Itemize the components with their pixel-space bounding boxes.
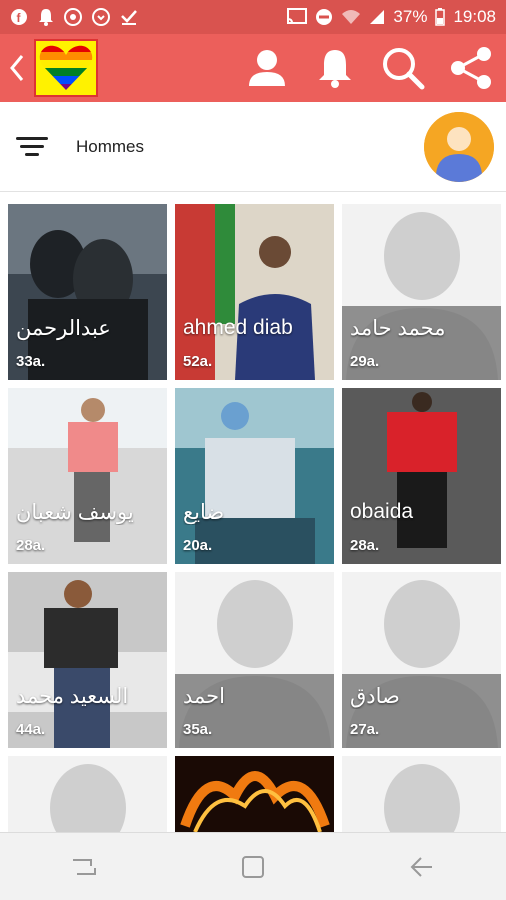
back-nav-button[interactable] [402, 847, 442, 887]
app-logo[interactable] [34, 39, 98, 97]
cast-icon [287, 8, 308, 24]
filter-label[interactable]: Hommes [76, 137, 144, 157]
profile-name: محمد حامد [350, 317, 446, 340]
signal-icon [370, 10, 385, 24]
notification-icons: f [10, 8, 138, 26]
wifi-icon [342, 10, 361, 24]
profile-name: عبدالرحمن [16, 317, 111, 340]
profile-name: obaida [350, 500, 414, 523]
profile-card[interactable]: عبدالرحمن 33a. [8, 204, 167, 380]
system-icons: 37% 19:08 [287, 7, 496, 27]
notifications-button[interactable] [312, 45, 358, 91]
profile-name: صادق [350, 685, 400, 708]
app-bar-actions [244, 45, 506, 91]
search-button[interactable] [380, 45, 426, 91]
default-avatar-icon [8, 756, 167, 836]
share-icon [451, 47, 491, 89]
profile-icon [249, 50, 285, 86]
profile-name: ahmed diab [183, 316, 293, 339]
profile-card[interactable]: صادق 27a. [342, 572, 501, 748]
profile-grid: عبدالرحمن 33a. ahmed diab 52a. محمد حامد… [8, 204, 501, 836]
profile-age: 44a. [16, 721, 46, 738]
profile-card[interactable] [175, 756, 334, 836]
profile-age: 52a. [183, 353, 213, 370]
default-avatar-icon [342, 756, 501, 836]
rainbow-heart-logo [39, 45, 93, 90]
profile-photo [175, 756, 334, 836]
profile-name: السعيد محمد [16, 685, 129, 708]
home-button[interactable] [233, 847, 273, 887]
profile-name: يوسف شعبان [16, 501, 134, 524]
dnd-icon [316, 9, 333, 25]
facebook-icon: f [11, 9, 27, 25]
profile-card[interactable]: السعيد محمد 44a. [8, 572, 167, 748]
profile-card[interactable]: ضايع 20a. [175, 388, 334, 564]
search-icon [383, 48, 425, 90]
bell-icon [39, 9, 53, 26]
clock: 19:08 [453, 7, 496, 26]
profile-age: 20a. [183, 537, 213, 554]
profile-card[interactable]: ahmed diab 52a. [175, 204, 334, 380]
profile-card[interactable] [8, 756, 167, 836]
battery-icon [435, 8, 446, 26]
bell-icon [319, 50, 351, 88]
share-button[interactable] [448, 45, 494, 91]
download-done-icon [121, 10, 137, 25]
profile-card[interactable]: يوسف شعبان 28a. [8, 388, 167, 564]
profile-age: 27a. [350, 721, 380, 738]
back-button[interactable] [0, 34, 34, 102]
profile-card[interactable]: obaida 28a. [342, 388, 501, 564]
profile-button[interactable] [244, 45, 290, 91]
recent-apps-icon [73, 858, 97, 875]
profile-card[interactable]: احمد 35a. [175, 572, 334, 748]
profile-card[interactable] [342, 756, 501, 836]
app-bar [0, 34, 506, 102]
avatar-icon [424, 111, 494, 182]
profile-age: 28a. [350, 537, 380, 554]
status-bar: f 37% 19:08 [0, 0, 506, 34]
profile-age: 28a. [16, 537, 46, 554]
profile-age: 33a. [16, 353, 46, 370]
chrome-icon [64, 8, 82, 26]
profile-card[interactable]: محمد حامد 29a. [342, 204, 501, 380]
profile-age: 29a. [350, 353, 380, 370]
battery-percent: 37% [393, 7, 428, 26]
chevron-left-icon [10, 55, 24, 81]
profile-age: 35a. [183, 721, 213, 738]
filter-icon[interactable] [16, 127, 56, 167]
recent-apps-button[interactable] [64, 847, 104, 887]
my-avatar[interactable] [424, 111, 494, 182]
profile-name: ضايع [183, 501, 225, 524]
profile-name: احمد [183, 685, 225, 708]
back-icon [410, 856, 432, 877]
filter-bar: Hommes [0, 102, 506, 192]
home-icon [241, 855, 264, 878]
opera-icon [92, 8, 110, 26]
system-nav-bar [0, 832, 506, 900]
